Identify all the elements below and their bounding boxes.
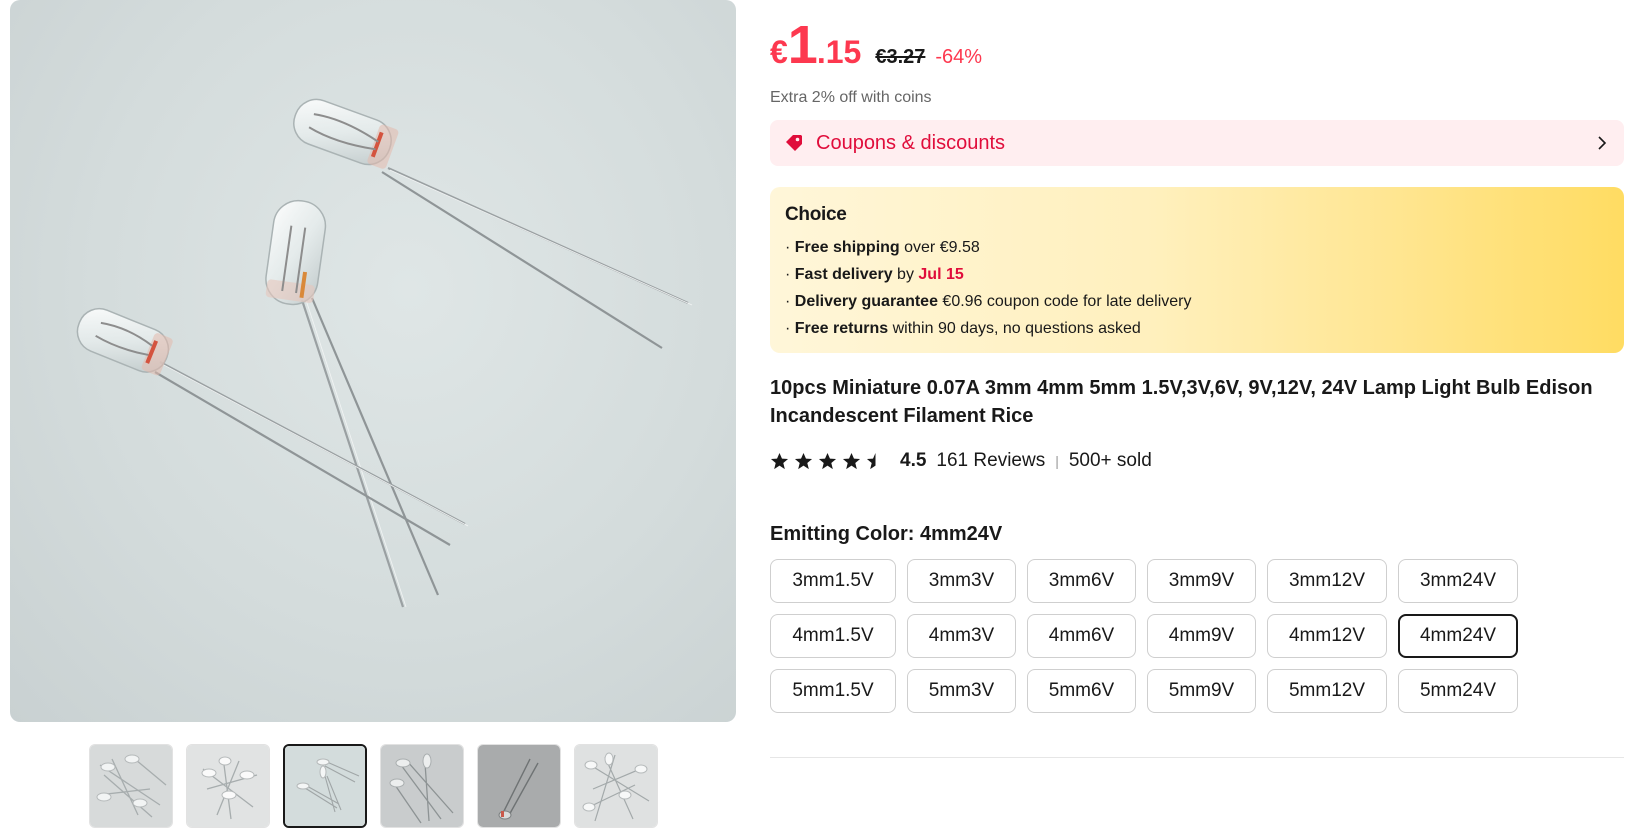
bulbs-photo	[76, 98, 693, 608]
chevron-right-icon	[1594, 135, 1610, 151]
sku-option[interactable]: 4mm3V	[907, 614, 1016, 658]
discount-percent: -64%	[935, 46, 983, 68]
benefit-delivery-guarantee: · Delivery guarantee €0.96 coupon code f…	[785, 288, 1609, 315]
sku-option[interactable]: 3mm3V	[907, 559, 1016, 603]
separator: |	[1055, 453, 1059, 469]
bulb-1	[293, 98, 693, 349]
sku-option[interactable]: 4mm9V	[1147, 614, 1256, 658]
bullet: ·	[785, 239, 795, 256]
product-title: 10pcs Miniature 0.07A 3mm 4mm 5mm 1.5V,3…	[770, 377, 1593, 427]
star-icon	[794, 452, 813, 469]
sku-option[interactable]: 3mm6V	[1027, 559, 1136, 603]
choice-title: Choice	[785, 204, 847, 225]
benefit-name: Delivery guarantee	[794, 293, 938, 310]
sku-option[interactable]: 3mm9V	[1147, 559, 1256, 603]
benefit-detail: over €9.58	[899, 239, 980, 256]
sku-option[interactable]: 4mm6V	[1027, 614, 1136, 658]
star-icon	[866, 452, 885, 469]
thumbnail-1-image	[90, 745, 172, 827]
sku-option[interactable]: 4mm1.5V	[770, 614, 896, 658]
sku-option[interactable]: 5mm6V	[1027, 669, 1136, 713]
thumbnail-1[interactable]	[89, 744, 173, 828]
sku-options: 3mm1.5V 3mm3V 3mm6V 3mm9V 3mm12V 3mm24V 4mm1.5…	[770, 559, 1530, 713]
divider	[770, 757, 1624, 758]
benefit-name: Free shipping	[794, 239, 900, 256]
star-rating	[770, 452, 885, 471]
coupons-label: Coupons & discounts	[816, 131, 1006, 154]
price-row: € 1 .15 €3.27 -64%	[770, 14, 982, 76]
sku-option[interactable]: 4mm24V	[1398, 614, 1518, 658]
sku-option[interactable]: 5mm24V	[1398, 669, 1518, 713]
benefit-detail: €0.96 coupon code for late delivery	[937, 293, 1192, 310]
sku-option[interactable]: 3mm12V	[1267, 559, 1387, 603]
thumbnail-5[interactable]	[477, 744, 561, 828]
benefit-detail: within 90 days, no questions asked	[888, 320, 1141, 337]
thumbnail-4-image	[381, 745, 463, 827]
price-decimal: .15	[816, 34, 862, 70]
sku-option[interactable]: 5mm1.5V	[770, 669, 896, 713]
bullet: ·	[785, 293, 795, 310]
rating-row: 4.5 161 Reviews | 500+ sold	[770, 450, 1152, 472]
bulb-2	[265, 199, 440, 608]
thumbnail-4[interactable]	[380, 744, 464, 828]
benefit-free-returns: · Free returns within 90 days, no questi…	[785, 315, 1609, 342]
tag-icon	[784, 133, 804, 153]
main-product-image[interactable]	[10, 0, 736, 722]
thumbnail-5-image	[478, 745, 560, 827]
star-icon	[842, 452, 861, 469]
bullet: ·	[785, 320, 795, 337]
sku-option[interactable]: 3mm24V	[1398, 559, 1518, 603]
benefit-name: Free returns	[794, 320, 889, 337]
price-integer: 1	[787, 15, 818, 75]
sold-count: 500+ sold	[1068, 450, 1152, 471]
thumbnail-2-image	[187, 745, 269, 827]
benefit-fast-delivery: · Fast delivery by Jul 15	[785, 261, 1609, 288]
reviews-link[interactable]: 161 Reviews	[936, 450, 1045, 472]
bullet: ·	[785, 266, 795, 283]
benefit-free-shipping: · Free shipping over €9.58	[785, 234, 1609, 261]
coins-note: Extra 2% off with coins	[770, 89, 932, 106]
benefit-name: Fast delivery	[794, 266, 893, 283]
thumbnail-3[interactable]	[283, 744, 367, 828]
thumbnail-6[interactable]	[574, 744, 658, 828]
star-icon	[818, 452, 837, 469]
thumbnail-strip	[89, 744, 658, 830]
choice-benefits-panel: Choice · Free shipping over €9.58 · Fast…	[770, 187, 1624, 353]
price-currency: €	[770, 34, 788, 70]
thumbnail-3-image	[285, 746, 365, 826]
star-icon	[770, 452, 789, 469]
benefit-detail: by	[892, 266, 919, 283]
sku-selected-label: Emitting Color: 4mm24V	[770, 523, 1003, 545]
delivery-date: Jul 15	[918, 266, 964, 283]
thumbnail-2[interactable]	[186, 744, 270, 828]
coupons-discounts-bar[interactable]: Coupons & discounts	[770, 120, 1624, 166]
sku-option[interactable]: 4mm12V	[1267, 614, 1387, 658]
rating-value: 4.5	[900, 450, 927, 471]
sku-option[interactable]: 5mm3V	[907, 669, 1016, 713]
original-price: €3.27	[875, 46, 926, 68]
thumbnail-6-image	[575, 745, 657, 827]
sku-option[interactable]: 5mm9V	[1147, 669, 1256, 713]
bulb-3	[76, 307, 469, 546]
sku-option[interactable]: 5mm12V	[1267, 669, 1387, 713]
sku-option[interactable]: 3mm1.5V	[770, 559, 896, 603]
